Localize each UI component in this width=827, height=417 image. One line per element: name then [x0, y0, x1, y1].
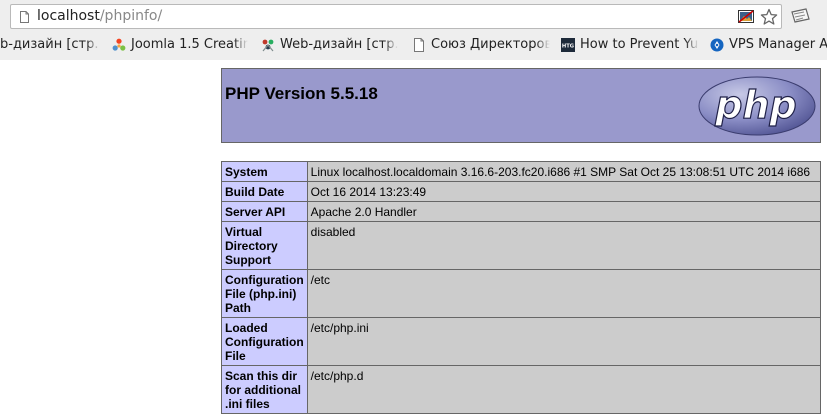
- row-key: Configuration File (php.ini) Path: [221, 269, 308, 318]
- extension-icon[interactable]: [789, 8, 811, 24]
- bookmark-soyuz-direktorov[interactable]: Союз Директоров: [412, 33, 550, 57]
- php-version-title: PHP Version 5.5.18: [225, 84, 378, 103]
- vps-icon: [710, 38, 724, 52]
- bookmark-label: VPS Manager A: [729, 37, 827, 52]
- row-value: Linux localhost.localdomain 3.16.6-203.f…: [306, 161, 822, 182]
- table-row: Build Date Oct 16 2014 13:23:49: [221, 181, 822, 202]
- url-path: /phpinfo/: [99, 8, 163, 24]
- address-bar[interactable]: localhost/phpinfo/: [10, 4, 782, 29]
- htg-icon: HTG: [561, 38, 575, 52]
- bookmarks-bar: b-дизайн [стр. Joomla 1.5 Creatin Web-ди…: [0, 33, 827, 57]
- table-row: Scan this dir for additional .ini files …: [221, 365, 822, 414]
- table-row: Loaded Configuration File /etc/php.ini: [221, 317, 822, 366]
- joomla-icon: [112, 38, 126, 51]
- row-key: Loaded Configuration File: [221, 317, 308, 366]
- bookmark-joomla[interactable]: Joomla 1.5 Creatin: [112, 33, 248, 57]
- row-key: System: [221, 161, 308, 182]
- row-value: disabled: [306, 221, 822, 270]
- url-host: localhost: [37, 8, 100, 24]
- bookmark-label: Web-дизайн [стр.: [280, 37, 398, 52]
- url-text[interactable]: localhost/phpinfo/: [37, 8, 162, 25]
- bookmark-how-to-prevent[interactable]: HTG How to Prevent Yu: [561, 33, 699, 57]
- row-value: Oct 16 2014 13:23:49: [306, 181, 822, 202]
- htg-icon-text: HTG: [562, 44, 574, 50]
- table-row: System Linux localhost.localdomain 3.16.…: [221, 161, 822, 182]
- table-row: Server API Apache 2.0 Handler: [221, 201, 822, 222]
- php-info-table: System Linux localhost.localdomain 3.16.…: [221, 161, 822, 414]
- row-value: Apache 2.0 Handler: [306, 201, 822, 222]
- bookmark-star-icon[interactable]: [760, 8, 778, 26]
- document-icon: [414, 38, 424, 52]
- browser-chrome: localhost/phpinfo/ b-дизайн [стр. Joomla…: [0, 0, 827, 60]
- bookmark-label: How to Prevent Yu: [580, 37, 699, 52]
- bookmark-web-design-2[interactable]: Web-дизайн [стр.: [261, 33, 398, 57]
- bookmark-web-design-1[interactable]: b-дизайн [стр.: [0, 33, 100, 57]
- row-key: Scan this dir for additional .ini files: [221, 365, 308, 414]
- web-design-icon: [262, 39, 274, 52]
- row-value: /etc/php.d: [306, 365, 822, 414]
- php-version-header: PHP Version 5.5.18 php: [221, 68, 821, 143]
- bookmark-vps-manager[interactable]: VPS Manager A: [710, 33, 827, 57]
- image-blocked-icon[interactable]: [738, 10, 754, 23]
- bookmark-label: b-дизайн [стр.: [0, 37, 99, 52]
- php-logo[interactable]: php: [698, 76, 816, 136]
- row-value: /etc/php.ini: [306, 317, 822, 366]
- row-key: Virtual Directory Support: [221, 221, 308, 270]
- php-logo-text: php: [714, 83, 796, 127]
- row-key: Build Date: [221, 181, 308, 202]
- table-row: Virtual Directory Support disabled: [221, 221, 822, 270]
- row-value: /etc: [306, 269, 822, 318]
- page-icon: [20, 11, 29, 23]
- row-key: Server API: [221, 201, 308, 222]
- bookmark-label: Joomla 1.5 Creatin: [131, 37, 248, 52]
- table-row: Configuration File (php.ini) Path /etc: [221, 269, 822, 318]
- bookmark-label: Союз Директоров: [431, 37, 550, 52]
